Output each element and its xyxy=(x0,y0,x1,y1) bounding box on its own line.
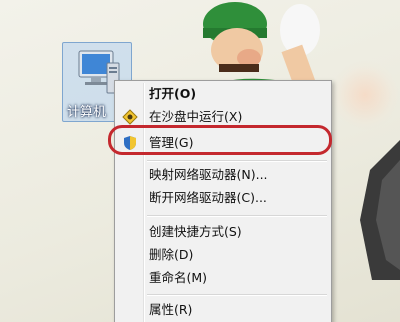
menu-separator xyxy=(147,160,327,162)
menu-item-open[interactable]: 打开(O) xyxy=(117,83,329,105)
menu-item-disconnect-network-drive[interactable]: 断开网络驱动器(C)... xyxy=(117,187,329,209)
menu-item-label: 映射网络驱动器(N)... xyxy=(149,167,268,182)
context-menu: 打开(O) 在沙盘中运行(X) 管理(G) 映射网络驱动器(N)... 断开网络… xyxy=(114,80,332,322)
menu-item-map-network-drive[interactable]: 映射网络驱动器(N)... xyxy=(117,164,329,186)
menu-item-label: 重命名(M) xyxy=(149,270,208,285)
wallpaper-object xyxy=(360,140,400,280)
sandbox-icon xyxy=(122,109,138,125)
menu-separator xyxy=(147,294,327,296)
menu-item-label: 打开(O) xyxy=(149,86,197,101)
highlight-annotation xyxy=(108,125,332,155)
menu-item-label: 创建快捷方式(S) xyxy=(149,224,242,239)
lens-flare xyxy=(330,60,400,130)
menu-item-label: 属性(R) xyxy=(149,302,193,317)
menu-item-rename[interactable]: 重命名(M) xyxy=(117,267,329,289)
menu-separator xyxy=(147,215,327,217)
menu-item-delete[interactable]: 删除(D) xyxy=(117,244,329,266)
menu-item-create-shortcut[interactable]: 创建快捷方式(S) xyxy=(117,221,329,243)
desktop-icon-label: 计算机 xyxy=(67,105,107,120)
taskbar-color-strip xyxy=(247,316,305,322)
menu-item-label: 断开网络驱动器(C)... xyxy=(149,190,267,205)
menu-item-label: 删除(D) xyxy=(149,247,194,262)
desktop: 计算机 打开(O) 在沙盘中运行(X) 管理(G) 映射网络驱动器(N)... xyxy=(0,0,400,322)
